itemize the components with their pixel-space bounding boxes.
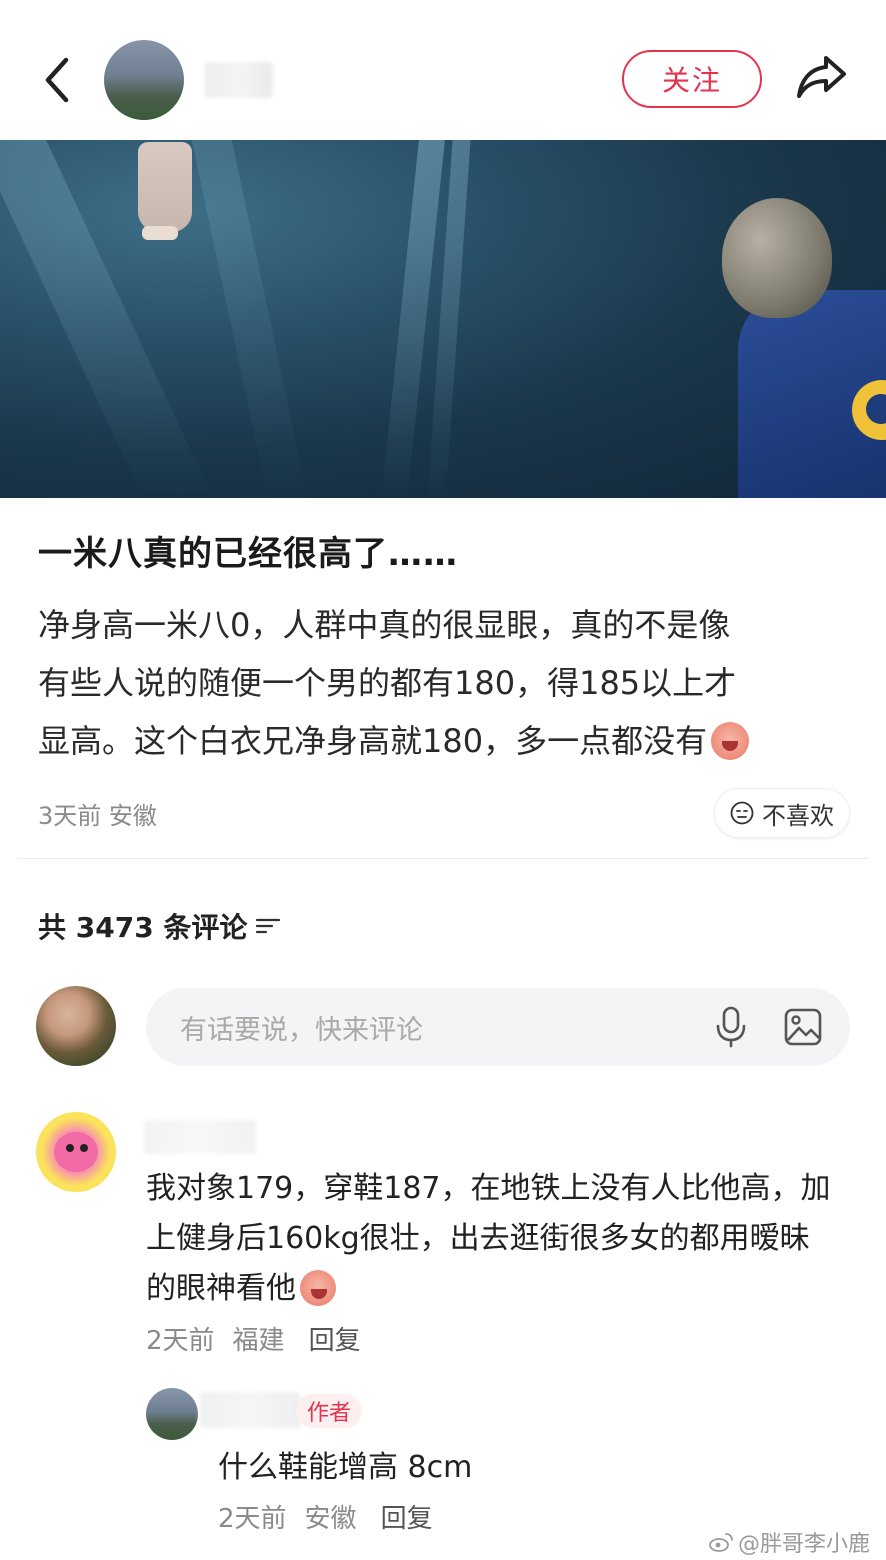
comment-line: 我对象179，穿鞋187，在地铁上没有人比他高，加 [146,1171,831,1206]
author-name-redacted[interactable] [205,62,273,98]
my-avatar[interactable] [36,986,116,1066]
sort-icon[interactable] [255,915,281,937]
comment-count-text: 共 3473 条评论 [38,911,248,944]
author-avatar[interactable] [104,40,184,120]
reply-text: 什么鞋能增高 8cm [218,1450,473,1485]
reply-location: 安徽 [304,1504,357,1534]
post-title: 一米八真的已经很高了…… [38,534,458,574]
comment-line: 的眼神看他 [146,1264,866,1314]
post-location: 安徽 [108,802,157,830]
watermark-text: @胖哥李小鹿 [738,1532,871,1557]
post-body-line: 显高。这个白衣兄净身高就180，多一点都没有 [38,712,858,770]
author-badge: 作者 [296,1394,362,1428]
crying-emoji-icon [300,1270,336,1306]
image-icon[interactable] [784,1008,822,1046]
reply-button[interactable]: 回复 [309,1320,361,1357]
comment-text: 我对象179，穿鞋187，在地铁上没有人比他高，加 上健身后160kg很壮，出去… [146,1164,866,1314]
back-icon[interactable] [38,56,78,104]
dislike-button[interactable]: 不喜欢 [714,788,850,838]
reply-name-redacted[interactable] [200,1392,300,1428]
dislike-label: 不喜欢 [762,801,834,830]
post-body-line: 有些人说的随便一个男的都有180，得185以上才 [38,664,737,702]
post-time: 3天前 [38,802,102,830]
reply-meta: 2天前 安徽 回复 [218,1498,433,1535]
reply-time: 2天前 [218,1504,287,1534]
post-meta: 3天前 安徽 [38,796,157,831]
comment-line: 上健身后160kg很壮，出去逛街很多女的都用暧昧 [146,1221,810,1256]
watermark: @胖哥李小鹿 [708,1526,870,1558]
post-body-line: 净身高一米八0，人群中真的很显眼，真的不是像 [38,606,731,644]
comment-location: 福建 [232,1326,285,1356]
post-body: 净身高一米八0，人群中真的很显眼，真的不是像 有些人说的随便一个男的都有180，… [38,596,858,770]
commenter-avatar[interactable] [36,1112,116,1192]
reply-button[interactable]: 回复 [381,1498,433,1535]
comment-time: 2天前 [146,1326,215,1356]
divider [18,858,868,859]
mic-icon[interactable] [714,1006,748,1048]
weibo-icon [709,1533,733,1552]
comment-count: 共 3473 条评论 [38,906,281,946]
reply-avatar[interactable] [146,1388,198,1440]
post-image[interactable] [0,140,886,498]
follow-button[interactable]: 关注 [622,50,762,108]
comment-input-placeholder: 有话要说，快来评论 [180,1014,423,1046]
top-bar: 关注 [0,0,886,140]
sad-face-icon [730,801,754,825]
share-icon[interactable] [794,52,848,102]
crying-emoji-icon [711,722,750,760]
comment-meta: 2天前 福建 回复 [146,1320,361,1357]
commenter-name-redacted[interactable] [144,1120,256,1154]
